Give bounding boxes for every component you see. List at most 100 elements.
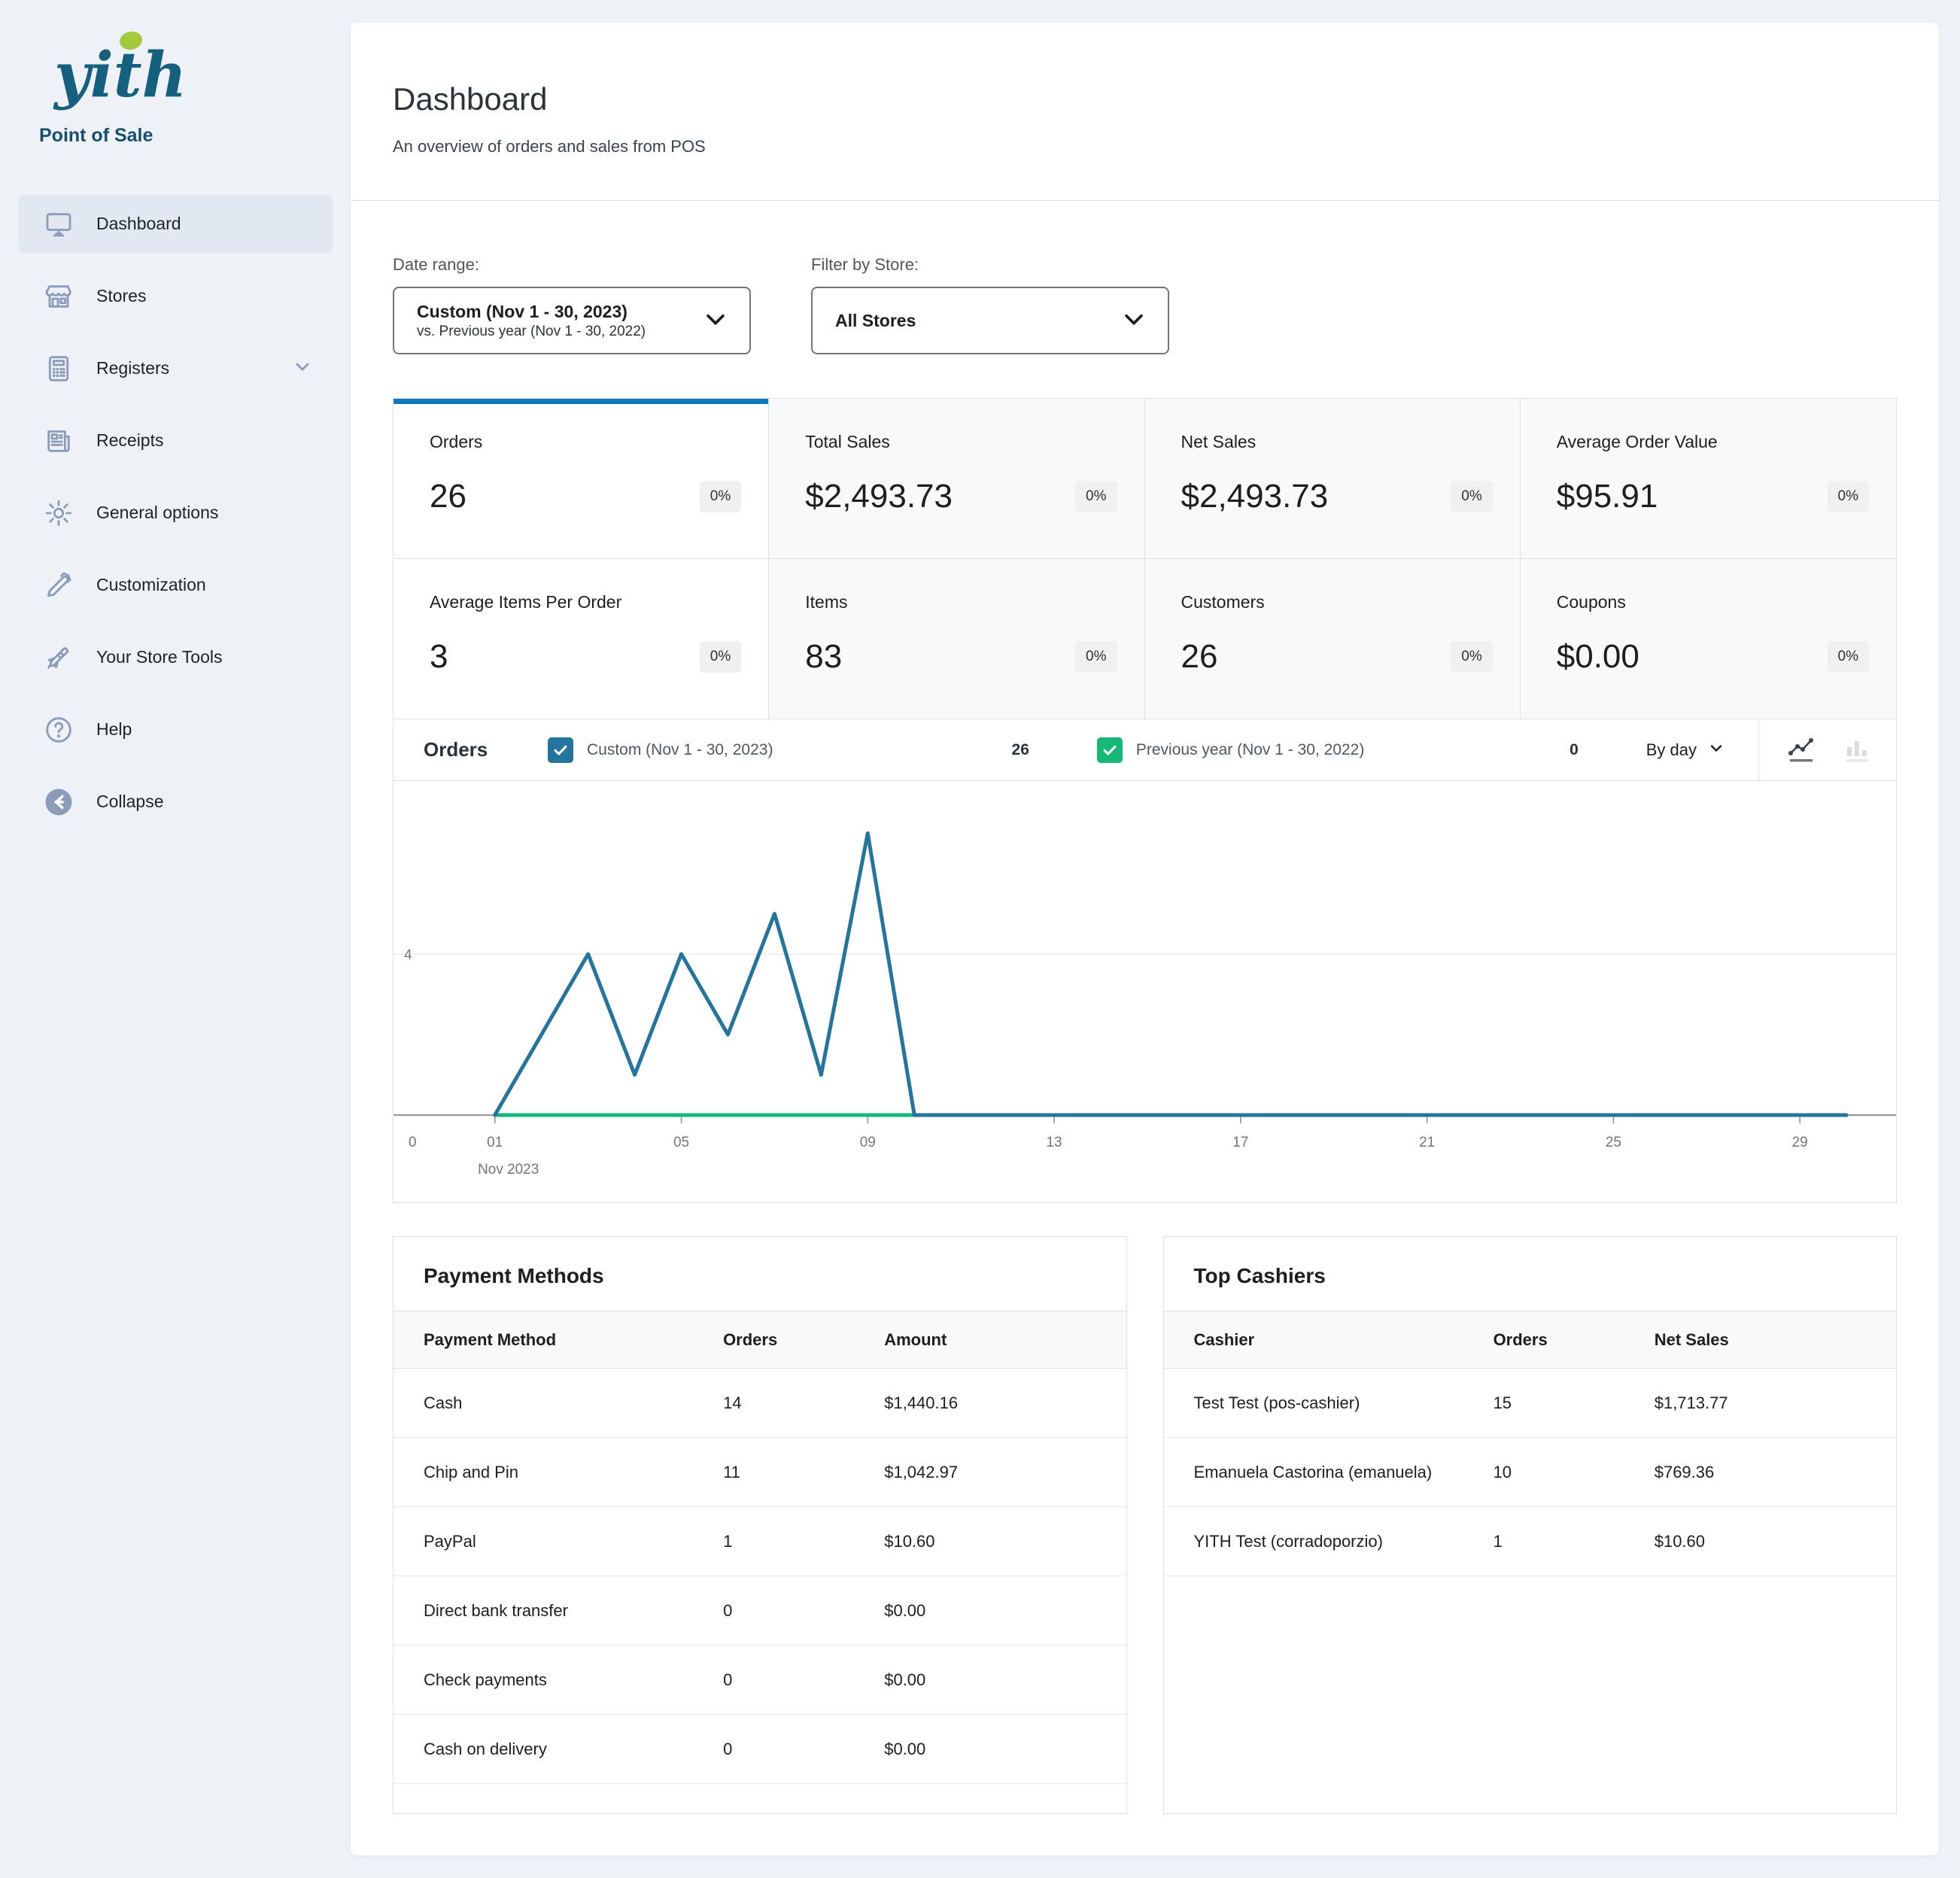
column-header: Amount: [884, 1311, 1126, 1369]
eyedropper-icon: [44, 570, 74, 600]
stat-change-badge: 0%: [1451, 641, 1492, 673]
date-range-compare: vs. Previous year (Nov 1 - 30, 2022): [417, 323, 703, 341]
logo: yith Point of Sale: [18, 27, 351, 147]
payment-method-row: Cash14$1,440.16: [394, 1369, 1126, 1438]
sidebar-item-label: Receipts: [96, 430, 163, 451]
table-cell: $1,042.97: [884, 1438, 1126, 1507]
table-cell: Check payments: [394, 1646, 723, 1715]
chart-header: Orders Custom (Nov 1 - 30, 2023) 26 Prev…: [394, 719, 1896, 781]
stat-change-badge: 0%: [1075, 481, 1117, 512]
previous-period-checkbox[interactable]: [1097, 737, 1123, 763]
help-icon: [44, 715, 74, 745]
previous-period-total: 0: [1570, 741, 1579, 759]
axis-label: 25: [1606, 1135, 1621, 1150]
line-chart-icon[interactable]: [1782, 731, 1821, 770]
monitor-icon: [44, 209, 74, 239]
current-period-checkbox[interactable]: [548, 737, 573, 763]
stat-label: Net Sales: [1181, 432, 1493, 452]
column-header: Net Sales: [1655, 1311, 1896, 1369]
table-cell: 15: [1494, 1369, 1655, 1438]
sidebar-item-label: Collapse: [96, 792, 164, 812]
cashier-row: Emanuela Castorina (emanuela)10$769.36: [1164, 1438, 1897, 1507]
chevron-down-icon: [292, 356, 313, 381]
stat-tile-average-items-per-order[interactable]: Average Items Per Order30%: [394, 559, 769, 719]
sidebar-item-dashboard[interactable]: Dashboard: [18, 195, 333, 253]
yith-logo-icon: yith: [39, 27, 265, 117]
table-cell: 1: [1494, 1507, 1655, 1576]
receipt-icon: [44, 426, 74, 456]
axis-label: 13: [1047, 1135, 1062, 1150]
sidebar-item-your-store-tools[interactable]: Your Store Tools: [18, 628, 333, 686]
stat-tile-items[interactable]: Items830%: [769, 559, 1144, 719]
payment-methods-table: Payment MethodOrdersAmount Cash14$1,440.…: [394, 1311, 1126, 1784]
stat-change-badge: 0%: [1075, 641, 1117, 673]
sidebar-item-help[interactable]: Help: [18, 700, 333, 758]
chevron-down-icon: [703, 306, 728, 336]
table-cell: PayPal: [394, 1507, 723, 1576]
table-cell: $1,440.16: [884, 1369, 1126, 1438]
table-cell: Chip and Pin: [394, 1438, 723, 1507]
stat-tile-orders[interactable]: Orders260%: [394, 399, 769, 559]
page-subtitle: An overview of orders and sales from POS: [393, 137, 1897, 156]
table-cell: $0.00: [884, 1576, 1126, 1646]
table-cell: Cash on delivery: [394, 1715, 723, 1784]
stat-value: $2,493.73: [805, 478, 1075, 515]
stats-grid: Orders260%Total Sales$2,493.730%Net Sale…: [394, 399, 1896, 719]
sidebar-item-registers[interactable]: Registers: [18, 339, 333, 397]
top-cashiers-title: Top Cashiers: [1164, 1237, 1897, 1311]
axis-label: 17: [1232, 1135, 1248, 1150]
column-header: Cashier: [1164, 1311, 1494, 1369]
table-cell: $769.36: [1655, 1438, 1896, 1507]
payment-method-row: PayPal1$10.60: [394, 1507, 1126, 1576]
bar-chart-icon[interactable]: [1837, 731, 1876, 770]
sidebar-item-receipts[interactable]: Receipts: [18, 412, 333, 470]
stat-tile-average-order-value[interactable]: Average Order Value$95.910%: [1521, 399, 1896, 559]
table-cell: 1: [723, 1507, 884, 1576]
filters-row: Date range: Custom (Nov 1 - 30, 2023) vs…: [393, 255, 1897, 354]
payment-method-row: Chip and Pin11$1,042.97: [394, 1438, 1126, 1507]
sidebar: yith Point of Sale Dashboard Stores Regist…: [0, 0, 351, 1878]
chart-type-toggle: [1758, 719, 1896, 780]
orders-chart: 0480105091317212529Nov 2023: [394, 781, 1896, 1202]
axis-label: 0: [409, 1135, 417, 1150]
stat-label: Items: [805, 592, 1117, 612]
stat-tile-customers[interactable]: Customers260%: [1145, 559, 1521, 719]
table-cell: $10.60: [884, 1507, 1126, 1576]
sidebar-item-collapse[interactable]: Collapse: [18, 773, 333, 831]
top-cashiers-card: Top Cashiers CashierOrdersNet Sales Test…: [1163, 1236, 1898, 1814]
stat-label: Total Sales: [805, 432, 1117, 452]
payment-method-row: Check payments0$0.00: [394, 1646, 1126, 1715]
previous-period-label: Previous year (Nov 1 - 30, 2022): [1136, 741, 1364, 759]
sidebar-item-stores[interactable]: Stores: [18, 267, 333, 325]
legend-current-period: Custom (Nov 1 - 30, 2023) 26: [548, 737, 1097, 763]
date-range-label: Date range:: [393, 255, 751, 275]
sidebar-item-label: General options: [96, 503, 218, 523]
axis-label: 05: [673, 1135, 689, 1150]
orders-line-chart: 0480105091317212529Nov 2023: [394, 792, 1896, 1198]
date-range-select[interactable]: Custom (Nov 1 - 30, 2023) vs. Previous y…: [393, 287, 751, 354]
payment-method-row: Direct bank transfer0$0.00: [394, 1576, 1126, 1646]
sidebar-item-customization[interactable]: Customization: [18, 556, 333, 614]
table-cell: Cash: [394, 1369, 723, 1438]
gear-icon: [44, 498, 74, 528]
payment-method-row: Cash on delivery0$0.00: [394, 1715, 1126, 1784]
store-filter-select[interactable]: All Stores: [811, 287, 1169, 354]
stat-value: $2,493.73: [1181, 478, 1451, 515]
table-cell: 0: [723, 1715, 884, 1784]
chevron-down-icon: [1707, 739, 1725, 761]
stat-tile-total-sales[interactable]: Total Sales $2,493.730%: [769, 399, 1144, 559]
stat-label: Average Order Value: [1557, 432, 1869, 452]
page-header: Dashboard An overview of orders and sale…: [351, 23, 1939, 201]
stat-change-badge: 0%: [1828, 641, 1869, 673]
axis-label: 09: [860, 1135, 876, 1150]
sidebar-item-label: Stores: [96, 286, 146, 306]
stat-tile-coupons[interactable]: Coupons$0.000%: [1521, 559, 1896, 719]
sidebar-item-general-options[interactable]: General options: [18, 484, 333, 542]
interval-select[interactable]: By day: [1646, 739, 1758, 761]
stat-change-badge: 0%: [1451, 481, 1492, 512]
axis-label: 4: [404, 947, 412, 963]
stat-value: 26: [430, 478, 700, 515]
stat-tile-net-sales[interactable]: Net Sales $2,493.730%: [1145, 399, 1521, 559]
cashier-row: Test Test (pos-cashier)15$1,713.77: [1164, 1369, 1897, 1438]
cashier-row: YITH Test (corradoporzio)1$10.60: [1164, 1507, 1897, 1576]
